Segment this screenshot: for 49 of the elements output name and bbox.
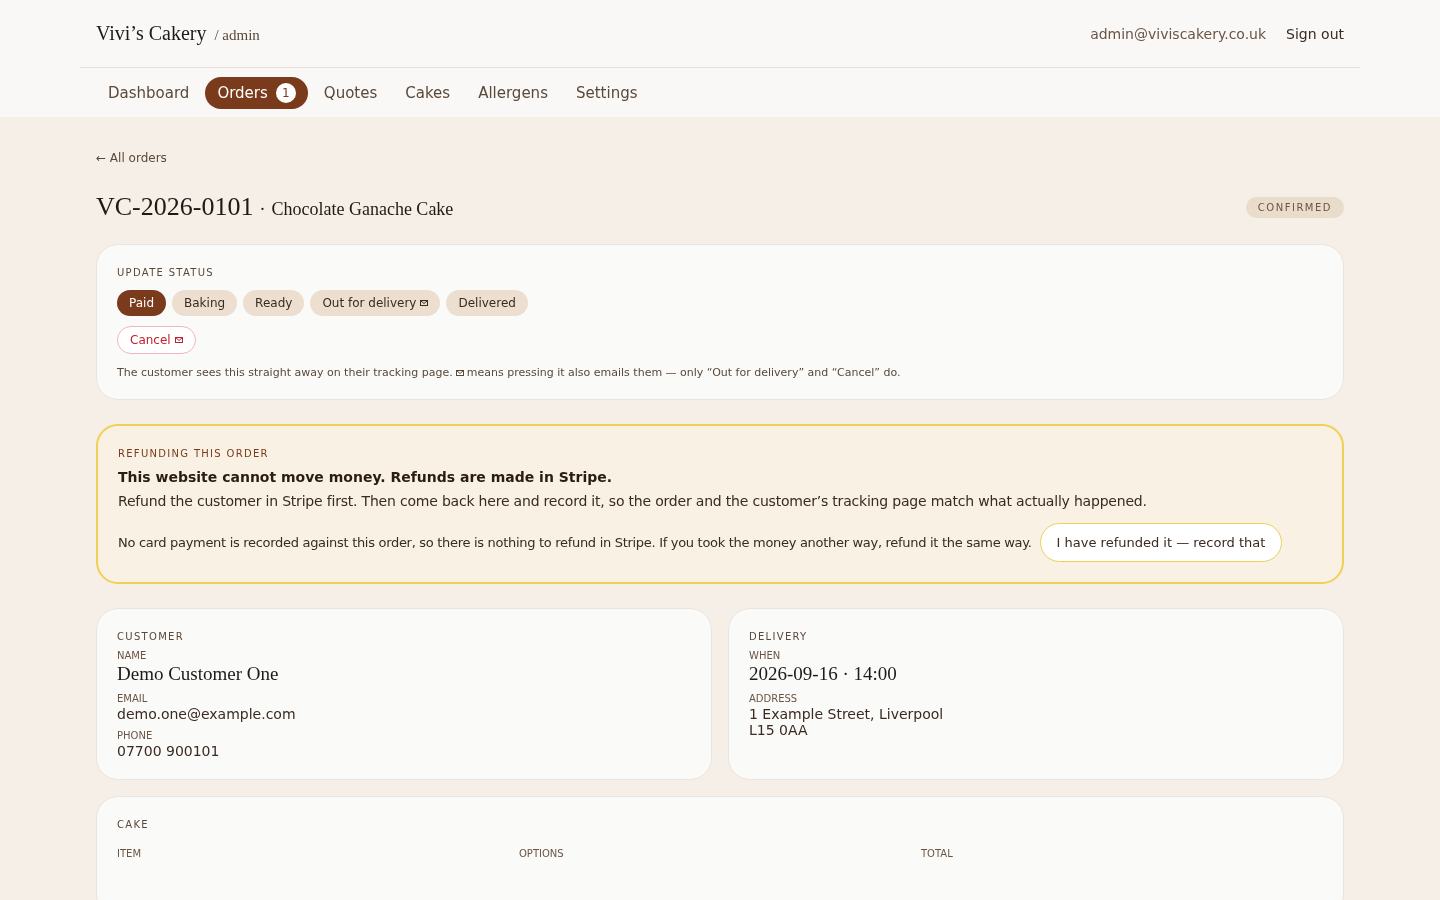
envelope-icon (420, 300, 429, 306)
order-number: VC-2026-0101 (96, 192, 254, 222)
cake-name: Chocolate Ganache Cake (271, 199, 454, 220)
status-button[interactable]: Out for delivery (310, 290, 441, 316)
field-value: 1 Example Street, Liverpool L15 0AA (749, 706, 945, 738)
field-value: 2026-09-16 · 14:00 (749, 663, 898, 685)
section-title: DELIVERY (749, 631, 809, 642)
envelope-icon (455, 369, 464, 376)
section-title: CAKE (117, 819, 150, 830)
record-refund-button[interactable]: I have refunded it — record that (1039, 523, 1283, 562)
nav-tab[interactable]: Settings (563, 77, 650, 108)
refund-headline: This website cannot move money. Refunds are made in Stripe. (118, 469, 614, 485)
nav-tab[interactable]: Dashboard (96, 77, 202, 108)
field-label: WHEN (749, 650, 782, 661)
cancel-button[interactable]: Cancel (117, 326, 196, 354)
count-badge: 1 (275, 82, 296, 103)
refund-notice: No card payment is recorded against this order, so there is nothing to refund in Stripe. If you took the money another way, refund it the same way. (118, 535, 1032, 550)
field-value: Demo Customer One (117, 663, 280, 685)
status-button[interactable]: Paid (117, 290, 166, 316)
column-header: OPTIONS (519, 848, 564, 859)
field-label: EMAIL (117, 693, 149, 704)
nav-tab[interactable]: Cakes (393, 77, 463, 108)
column-header: TOTAL (921, 848, 953, 859)
section-title: REFUNDING THIS ORDER (118, 448, 270, 459)
account-email: admin@viviscakery.co.uk (1090, 25, 1267, 42)
back-link[interactable]: ← All orders (96, 151, 167, 165)
field-value: 07700 900101 (117, 743, 221, 759)
field-value: demo.one@example.com (117, 706, 297, 722)
envelope-icon (174, 337, 183, 343)
help-text: The customer sees this straight away on their tracking page. (117, 366, 453, 379)
status-button[interactable]: Ready (243, 290, 305, 316)
sign-out-link[interactable]: Sign out (1286, 25, 1344, 42)
field-label: NAME (117, 650, 148, 661)
nav-tab[interactable]: Allergens (466, 77, 560, 108)
nav-tab[interactable]: Quotes (311, 77, 390, 108)
section-title: CUSTOMER (117, 631, 185, 642)
nav-tab[interactable]: Orders 1 (205, 76, 308, 109)
help-text: means pressing it also emails them — only “Out for delivery” and “Cancel” do. (466, 366, 901, 379)
section-title: UPDATE STATUS (117, 267, 215, 278)
field-label: PHONE (117, 730, 154, 741)
status-button[interactable]: Delivered (446, 290, 528, 316)
field-label: ADDRESS (749, 693, 799, 704)
title-separator: · (259, 199, 266, 220)
column-header: ITEM (117, 848, 141, 859)
refund-text: Refund the customer in Stripe first. Then come back here and record it, so the order and the customer’s tracking page match what actually happened. (118, 493, 1148, 509)
status-button[interactable]: Baking (172, 290, 238, 316)
brand-suffix: / admin (214, 27, 260, 43)
status-badge: CONFIRMED (1245, 196, 1344, 218)
brand-name: Vivi’s Cakery (96, 22, 207, 44)
